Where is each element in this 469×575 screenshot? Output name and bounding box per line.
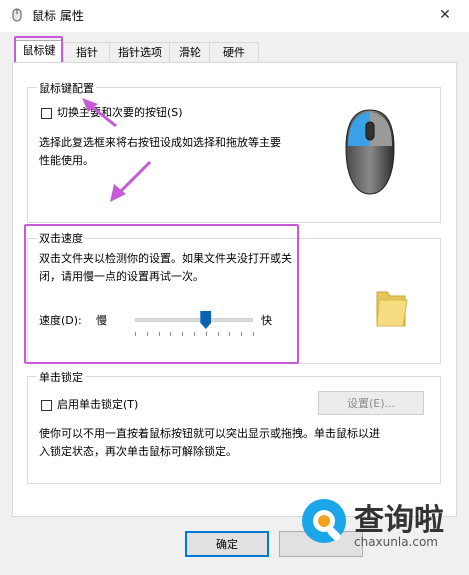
watermark-text: 查询啦 <box>354 503 444 538</box>
button-config-title: 鼠标键配置 <box>37 80 96 96</box>
watermark-url: chaxunla.com <box>354 535 438 549</box>
tab-wheel[interactable]: 滑轮 <box>169 42 211 62</box>
click-lock-desc-1: 使你可以不用一直按着鼠标按钮就可以突出显示或拖拽。单击鼠标以进 <box>39 427 380 440</box>
mouse-image <box>342 108 398 198</box>
click-lock-settings-button[interactable]: 设置(E)... <box>318 391 424 415</box>
click-lock-label[interactable]: 启用单击锁定(T) <box>57 396 138 414</box>
click-lock-desc-2: 入锁定状态，再次单击鼠标可解除锁定。 <box>39 445 237 458</box>
switch-buttons-checkbox[interactable] <box>41 108 52 119</box>
folder-icon <box>376 291 408 327</box>
tab-pointer-options[interactable]: 指针选项 <box>109 42 171 62</box>
tab-highlight-annotation <box>14 36 63 64</box>
ok-button[interactable]: 确定 <box>185 531 269 557</box>
close-icon: ✕ <box>439 7 451 23</box>
close-button[interactable]: ✕ <box>430 4 460 26</box>
tab-pointers[interactable]: 指针 <box>63 42 111 62</box>
button-config-desc-2: 性能使用。 <box>39 154 94 167</box>
button-config-desc-1: 选择此复选框来将右按钮设成如选择和拖放等主要 <box>39 136 281 149</box>
double-click-highlight-annotation <box>24 224 299 364</box>
window-title: 鼠标 属性 <box>32 9 84 23</box>
mouse-app-icon <box>10 8 24 22</box>
test-folder-area[interactable] <box>357 270 425 336</box>
tab-hardware[interactable]: 硬件 <box>209 42 259 62</box>
click-lock-title: 单击锁定 <box>37 369 85 385</box>
switch-buttons-label[interactable]: 切换主要和次要的按钮(S) <box>57 104 183 122</box>
watermark-logo: 查询啦 chaxunla.com <box>292 489 464 559</box>
click-lock-checkbox[interactable] <box>41 400 52 411</box>
